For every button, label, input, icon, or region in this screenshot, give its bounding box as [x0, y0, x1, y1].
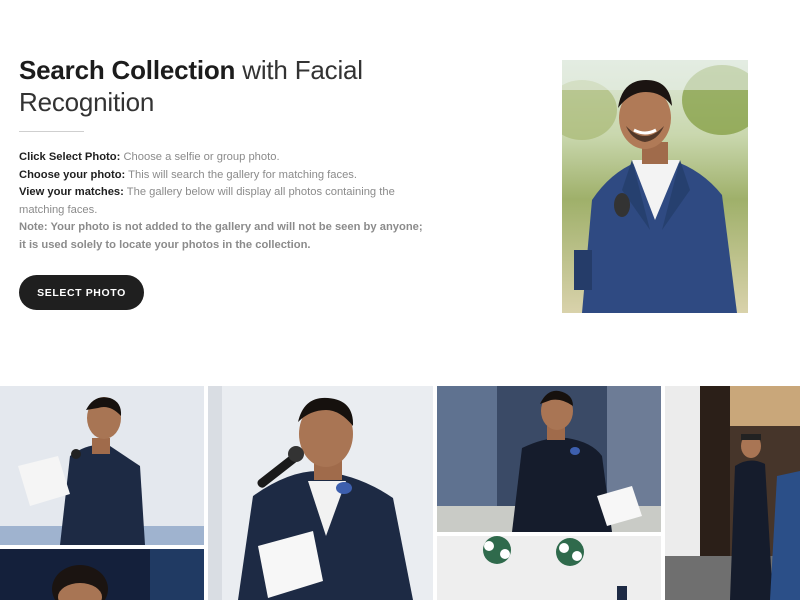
- step-text: Choose a selfie or group photo.: [120, 151, 280, 163]
- step-select: Click Select Photo: Choose a selfie or g…: [19, 149, 429, 167]
- reception-speech-illustration: [437, 386, 661, 532]
- sample-portrait-photo: [562, 60, 748, 313]
- step-label: Choose your photo:: [19, 168, 126, 181]
- gallery-photo-1[interactable]: [0, 386, 204, 545]
- stage-decor-illustration: [437, 536, 661, 600]
- step-view: View your matches: The gallery below wil…: [19, 184, 429, 219]
- select-photo-button[interactable]: SELECT PHOTO: [19, 275, 144, 310]
- step-text: This will search the gallery for matchin…: [125, 168, 358, 181]
- microphone-speech-illustration: [208, 386, 433, 600]
- gallery-photo-5[interactable]: [437, 536, 661, 600]
- portrait-illustration: [562, 60, 748, 313]
- gallery-photo-3[interactable]: [208, 386, 433, 600]
- instructions: Click Select Photo: Choose a selfie or g…: [19, 149, 429, 254]
- privacy-note: Note: Your photo is not added to the gal…: [19, 221, 423, 251]
- title-bold: Search Collection: [19, 55, 236, 85]
- gallery-photo-2[interactable]: [0, 549, 204, 600]
- page-title: Search Collection with Facial Recognitio…: [19, 54, 449, 118]
- dance-entrance-illustration: [665, 386, 800, 600]
- speech-photo-illustration: [0, 386, 204, 545]
- step-label: Click Select Photo:: [19, 151, 121, 163]
- gallery-photo-6[interactable]: [665, 386, 800, 600]
- dark-photo-illustration: [0, 549, 204, 600]
- gallery-photo-4[interactable]: [437, 386, 661, 532]
- photo-gallery: [0, 386, 800, 600]
- step-label: View your matches:: [19, 186, 124, 198]
- title-divider: [19, 131, 84, 132]
- facial-search-page: Search Collection with Facial Recognitio…: [0, 0, 800, 600]
- step-choose: Choose your photo: This will search the …: [19, 167, 429, 185]
